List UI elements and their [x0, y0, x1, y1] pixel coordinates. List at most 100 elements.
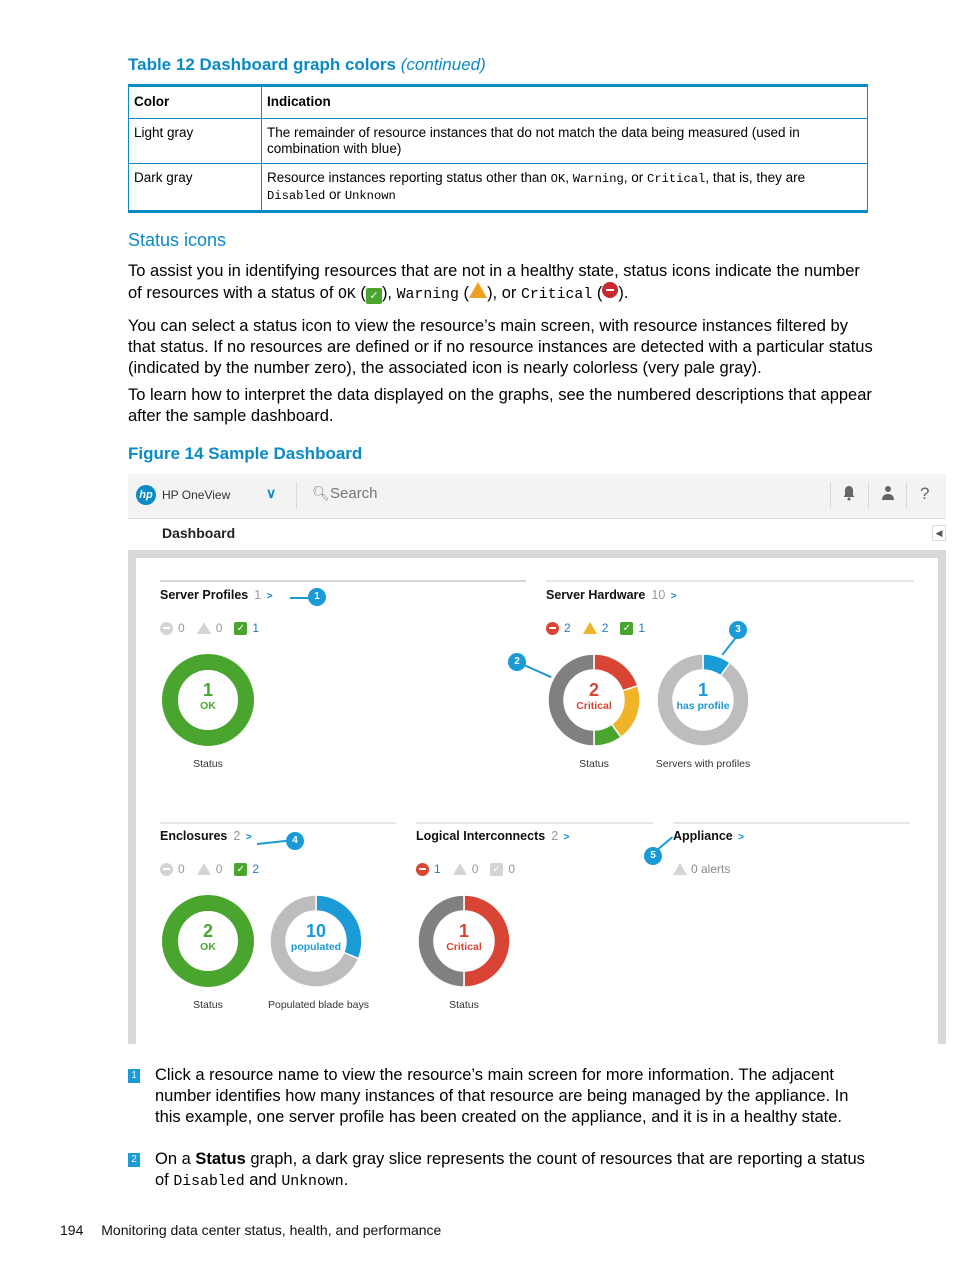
- donut-value: 1: [202, 680, 213, 700]
- donut-label-text: Critical: [576, 700, 612, 712]
- status-ok[interactable]: ✓ 0: [490, 862, 515, 876]
- appliance-alerts[interactable]: 0 alerts: [673, 862, 730, 876]
- status-critical[interactable]: 1: [416, 862, 441, 876]
- app-name[interactable]: HP OneView: [162, 488, 230, 502]
- status-critical[interactable]: 0: [160, 862, 185, 876]
- search-input[interactable]: [330, 485, 630, 502]
- panel-title-text[interactable]: Logical Interconnects: [416, 829, 545, 843]
- donut-chart[interactable]: 1 Critical Status: [416, 893, 512, 1011]
- code-critical: Critical: [520, 287, 593, 303]
- paragraph-interpret: To learn how to interpret the data displ…: [128, 386, 872, 425]
- donut-chart[interactable]: 10 populated Populated blade bays: [268, 893, 369, 1011]
- warning-icon[interactable]: [452, 863, 467, 875]
- panel-count[interactable]: 10: [651, 588, 665, 602]
- critical-icon[interactable]: [160, 621, 173, 635]
- figure-caption: Figure 14 Sample Dashboard: [128, 444, 363, 463]
- status-count[interactable]: 2: [602, 621, 609, 635]
- chevron-right-icon[interactable]: >: [738, 832, 744, 843]
- panel-title-logical-interconnects[interactable]: Logical Interconnects 2 >: [416, 829, 569, 843]
- table-row: Light gray The remainder of resource ins…: [128, 118, 868, 164]
- status-count[interactable]: 1: [638, 621, 645, 635]
- donut-label-text: OK: [200, 700, 216, 712]
- status-warning[interactable]: 0: [196, 621, 223, 635]
- warning-icon[interactable]: [196, 622, 211, 634]
- status-count[interactable]: 2: [252, 862, 259, 876]
- donut-center-label: 1 Critical: [416, 921, 512, 954]
- status-ok[interactable]: ✓ 2: [234, 862, 259, 876]
- page-number: 194: [60, 1222, 84, 1238]
- status-count[interactable]: 0: [216, 621, 223, 635]
- status-warning[interactable]: 0: [452, 862, 479, 876]
- donut-chart[interactable]: 1 OK Status: [160, 652, 256, 770]
- panel-count[interactable]: 2: [233, 829, 240, 843]
- chevron-right-icon[interactable]: >: [564, 832, 570, 843]
- donut-chart[interactable]: 2 Critical Status: [546, 652, 642, 770]
- text-run: ),: [381, 284, 397, 302]
- donut-value: 1: [697, 680, 708, 700]
- critical-icon[interactable]: [546, 621, 559, 635]
- page-header: Dashboard ◀: [128, 519, 946, 549]
- status-critical[interactable]: 0: [160, 621, 185, 635]
- status-warning[interactable]: 0: [196, 862, 223, 876]
- divider: [830, 482, 831, 508]
- status-count[interactable]: 0: [472, 862, 479, 876]
- callout-5: 5: [644, 847, 662, 865]
- ok-icon[interactable]: ✓: [620, 621, 634, 635]
- status-count[interactable]: 1: [252, 621, 259, 635]
- text-run: (: [592, 284, 603, 302]
- collapse-panel-button[interactable]: ◀: [932, 525, 946, 541]
- text-run: .: [343, 1171, 349, 1189]
- status-count[interactable]: 0: [178, 621, 185, 635]
- chevron-right-icon[interactable]: >: [246, 832, 252, 843]
- bell-icon[interactable]: [842, 485, 856, 505]
- chevron-right-icon[interactable]: >: [267, 591, 273, 602]
- warning-icon: [673, 863, 687, 875]
- status-counts: 2 2 ✓ 1: [546, 621, 657, 635]
- status-count[interactable]: 0: [216, 862, 223, 876]
- warning-icon[interactable]: [196, 863, 211, 875]
- panel-title-appliance[interactable]: Appliance >: [673, 829, 744, 843]
- panel-count[interactable]: 2: [551, 829, 558, 843]
- warning-icon[interactable]: [582, 622, 597, 634]
- sample-dashboard-figure: hp HP OneView ∨ 🔍︎ ? Dashboard ◀ Server …: [128, 474, 946, 1044]
- chevron-right-icon[interactable]: >: [671, 591, 677, 602]
- help-icon[interactable]: ?: [920, 484, 929, 504]
- status-critical[interactable]: 2: [546, 621, 571, 635]
- critical-icon[interactable]: [416, 862, 429, 876]
- donut-center-label: 1 has profile: [655, 680, 751, 713]
- status-ok[interactable]: ✓ 1: [620, 621, 645, 635]
- footer-text: Monitoring data center status, health, a…: [101, 1222, 442, 1238]
- panel-title-text[interactable]: Server Hardware: [546, 588, 645, 602]
- panel-title-server-profiles[interactable]: Server Profiles 1 >: [160, 588, 273, 602]
- status-count[interactable]: 0: [178, 862, 185, 876]
- panel-title-text[interactable]: Enclosures: [160, 829, 227, 843]
- code-ok: OK: [550, 172, 566, 186]
- status-counts: 1 0 ✓ 0: [416, 862, 527, 876]
- donut-chart[interactable]: 2 OK Status: [160, 893, 256, 1011]
- status-warning[interactable]: 2: [582, 621, 609, 635]
- panel-title-text[interactable]: Appliance: [673, 829, 733, 843]
- note-number: 1: [128, 1069, 140, 1083]
- code-ok: OK: [338, 287, 356, 303]
- note-text: On a Status graph, a dark gray slice rep…: [155, 1149, 868, 1193]
- text-run: ,: [565, 170, 573, 185]
- ok-icon[interactable]: ✓: [490, 862, 504, 876]
- hp-logo-icon[interactable]: hp: [136, 485, 156, 505]
- column-header-indication: Indication: [261, 85, 868, 119]
- ok-icon[interactable]: ✓: [234, 621, 248, 635]
- donut-label-text: OK: [200, 941, 216, 953]
- panel-title-text[interactable]: Server Profiles: [160, 588, 248, 602]
- panel-title-server-hardware[interactable]: Server Hardware 10 >: [546, 588, 677, 602]
- status-count[interactable]: 1: [434, 862, 441, 876]
- panel-title-enclosures[interactable]: Enclosures 2 >: [160, 829, 252, 843]
- status-count[interactable]: 0: [508, 862, 515, 876]
- donut-caption: Status: [579, 758, 609, 770]
- panel-count[interactable]: 1: [254, 588, 261, 602]
- status-count[interactable]: 2: [564, 621, 571, 635]
- chevron-down-icon[interactable]: ∨: [266, 485, 276, 502]
- donut-chart[interactable]: 1 has profile Servers with profiles: [655, 652, 751, 770]
- ok-icon[interactable]: ✓: [234, 862, 248, 876]
- critical-icon[interactable]: [160, 862, 173, 876]
- user-icon[interactable]: [881, 485, 895, 505]
- status-ok[interactable]: ✓ 1: [234, 621, 259, 635]
